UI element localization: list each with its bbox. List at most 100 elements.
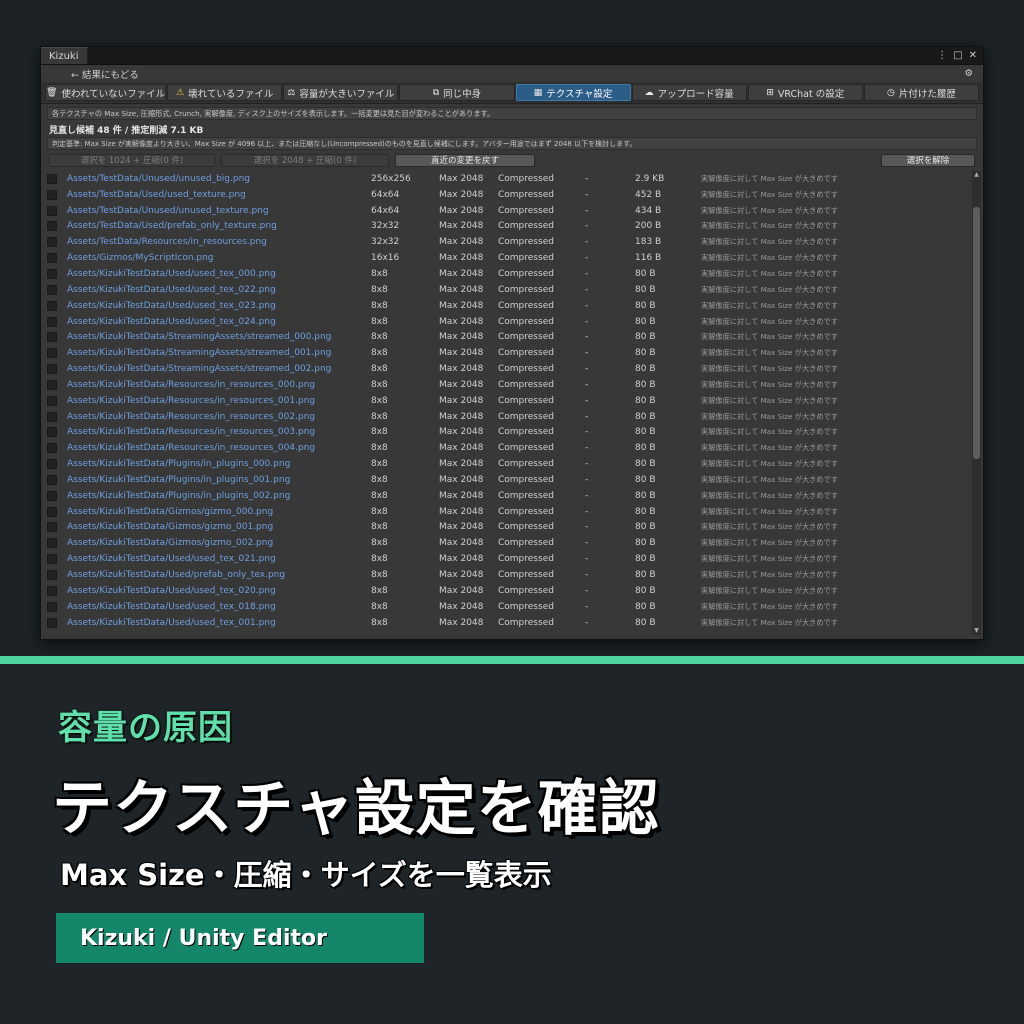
max-size-cell: Max 2048	[439, 617, 484, 628]
row-checkbox[interactable]	[47, 570, 57, 581]
texture-path-link[interactable]: Assets/KizukiTestData/Resources/in_resou…	[67, 380, 371, 390]
compression-cell: Compressed	[498, 617, 554, 628]
cloud-icon: ☁	[644, 87, 654, 98]
texture-path-link[interactable]: Assets/TestData/Unused/unused_big.png	[67, 174, 371, 184]
row-checkbox[interactable]	[47, 268, 57, 279]
row-checkbox[interactable]	[47, 300, 57, 311]
texture-path-link[interactable]: Assets/Gizmos/MyScriptIcon.png	[67, 253, 371, 263]
row-checkbox[interactable]	[47, 554, 57, 565]
row-checkbox[interactable]	[47, 253, 57, 264]
texture-path-link[interactable]: Assets/KizukiTestData/StreamingAssets/st…	[67, 348, 371, 358]
file-size-cell: 80 B	[635, 585, 656, 596]
texture-path-link[interactable]: Assets/KizukiTestData/Used/used_tex_001.…	[67, 618, 371, 628]
row-checkbox[interactable]	[47, 237, 57, 248]
row-checkbox[interactable]	[47, 332, 57, 343]
texture-path-link[interactable]: Assets/KizukiTestData/Resources/in_resou…	[67, 412, 371, 422]
row-checkbox[interactable]	[47, 459, 57, 470]
table-row: Assets/KizukiTestData/Used/used_tex_020.…	[45, 583, 969, 599]
scrollbar-thumb[interactable]	[973, 207, 980, 459]
apply-1024-button[interactable]: 選択を 1024 + 圧縮(0 件)	[49, 153, 215, 167]
row-checkbox[interactable]	[47, 601, 57, 612]
tab-trash[interactable]: 🗑 使われていないファイル	[45, 84, 167, 101]
row-checkbox[interactable]	[47, 173, 57, 184]
texture-path-link[interactable]: Assets/KizukiTestData/Used/used_tex_022.…	[67, 285, 371, 295]
texture-path-link[interactable]: Assets/TestData/Used/used_texture.png	[67, 190, 371, 200]
kebab-menu-icon[interactable]: ⋮	[937, 50, 947, 61]
resolution-cell: 8x8	[371, 284, 388, 295]
tab-windows[interactable]: ⊞ VRChat の設定	[747, 84, 863, 101]
compression-cell: Compressed	[498, 316, 554, 327]
criteria-text: 判定基準: Max Size が実解像度より大きい、Max Size が 409…	[47, 137, 977, 150]
max-size-cell: Max 2048	[439, 173, 484, 184]
row-checkbox[interactable]	[47, 538, 57, 549]
deselect-button[interactable]: 選択を解除	[881, 153, 975, 167]
texture-path-link[interactable]: Assets/KizukiTestData/Used/used_tex_020.…	[67, 586, 371, 596]
texture-path-link[interactable]: Assets/KizukiTestData/Plugins/in_plugins…	[67, 491, 371, 501]
texture-path-link[interactable]: Assets/KizukiTestData/Gizmos/gizmo_000.p…	[67, 507, 371, 517]
row-checkbox[interactable]	[47, 205, 57, 216]
row-checkbox[interactable]	[47, 395, 57, 406]
texture-path-link[interactable]: Assets/TestData/Used/prefab_only_texture…	[67, 221, 371, 231]
compression-cell: Compressed	[498, 506, 554, 517]
row-checkbox[interactable]	[47, 221, 57, 232]
row-checkbox[interactable]	[47, 474, 57, 485]
row-checkbox[interactable]	[47, 189, 57, 200]
texture-path-link[interactable]: Assets/KizukiTestData/Plugins/in_plugins…	[67, 459, 371, 469]
apply-2048-button[interactable]: 選択を 2048 + 圧縮(0 件)	[221, 153, 389, 167]
texture-path-link[interactable]: Assets/KizukiTestData/Gizmos/gizmo_002.p…	[67, 538, 371, 548]
scroll-up-icon[interactable]: ▲	[972, 171, 981, 179]
row-checkbox[interactable]	[47, 427, 57, 438]
resolution-cell: 8x8	[371, 538, 388, 549]
texture-path-link[interactable]: Assets/KizukiTestData/Resources/in_resou…	[67, 443, 371, 453]
texture-path-link[interactable]: Assets/KizukiTestData/Used/used_tex_021.…	[67, 554, 371, 564]
row-checkbox[interactable]	[47, 490, 57, 501]
row-checkbox[interactable]	[47, 585, 57, 596]
resolution-cell: 16x16	[371, 253, 400, 264]
texture-path-link[interactable]: Assets/KizukiTestData/StreamingAssets/st…	[67, 332, 371, 342]
back-to-results-link[interactable]: ← 結果にもどる	[71, 67, 139, 81]
tab-texture[interactable]: ▦ テクスチャ設定	[515, 84, 631, 101]
resolution-cell: 8x8	[371, 411, 388, 422]
tab-duplicate[interactable]: ⧉ 同じ中身	[399, 84, 515, 101]
revert-last-change-button[interactable]: 直近の変更を戻す	[395, 153, 535, 167]
row-checkbox[interactable]	[47, 411, 57, 422]
texture-path-link[interactable]: Assets/KizukiTestData/Used/used_tex_024.…	[67, 317, 371, 327]
texture-path-link[interactable]: Assets/KizukiTestData/Resources/in_resou…	[67, 427, 371, 437]
texture-path-link[interactable]: Assets/KizukiTestData/Gizmos/gizmo_001.p…	[67, 522, 371, 532]
max-size-cell: Max 2048	[439, 443, 484, 454]
row-checkbox[interactable]	[47, 617, 57, 628]
tab-history[interactable]: ◷ 片付けた履歴	[863, 84, 979, 101]
window-tab[interactable]: Kizuki	[41, 47, 88, 64]
row-checkbox[interactable]	[47, 522, 57, 533]
row-checkbox[interactable]	[47, 379, 57, 390]
crunch-cell: -	[585, 570, 589, 581]
tab-warning[interactable]: ⚠ 壊れているファイル	[167, 84, 283, 101]
row-checkbox[interactable]	[47, 506, 57, 517]
texture-path-link[interactable]: Assets/KizukiTestData/Resources/in_resou…	[67, 396, 371, 406]
close-icon[interactable]: ✕	[969, 50, 977, 61]
max-size-cell: Max 2048	[439, 364, 484, 375]
row-checkbox[interactable]	[47, 443, 57, 454]
tab-cloud[interactable]: ☁ アップロード容量	[631, 84, 747, 101]
list-scrollbar[interactable]: ▲ ▼	[972, 171, 981, 635]
texture-path-link[interactable]: Assets/KizukiTestData/Used/prefab_only_t…	[67, 570, 371, 580]
texture-path-link[interactable]: Assets/TestData/Resources/in_resources.p…	[67, 237, 371, 247]
note-cell: 実解像度に対して Max Size が大きめです	[701, 379, 838, 389]
maximize-icon[interactable]: □	[953, 50, 962, 61]
row-checkbox[interactable]	[47, 284, 57, 295]
texture-path-link[interactable]: Assets/KizukiTestData/StreamingAssets/st…	[67, 364, 371, 374]
tab-weight[interactable]: ⚖ 容量が大きいファイル	[283, 84, 399, 101]
file-size-cell: 80 B	[635, 300, 656, 311]
texture-path-link[interactable]: Assets/TestData/Unused/unused_texture.pn…	[67, 206, 371, 216]
max-size-cell: Max 2048	[439, 570, 484, 581]
texture-path-link[interactable]: Assets/KizukiTestData/Plugins/in_plugins…	[67, 475, 371, 485]
texture-path-link[interactable]: Assets/KizukiTestData/Used/used_tex_018.…	[67, 602, 371, 612]
row-checkbox[interactable]	[47, 316, 57, 327]
row-checkbox[interactable]	[47, 364, 57, 375]
resolution-cell: 8x8	[371, 316, 388, 327]
texture-path-link[interactable]: Assets/KizukiTestData/Used/used_tex_000.…	[67, 269, 371, 279]
row-checkbox[interactable]	[47, 348, 57, 359]
gear-icon[interactable]: ⚙	[964, 68, 973, 79]
texture-path-link[interactable]: Assets/KizukiTestData/Used/used_tex_023.…	[67, 301, 371, 311]
scroll-down-icon[interactable]: ▼	[972, 627, 981, 635]
